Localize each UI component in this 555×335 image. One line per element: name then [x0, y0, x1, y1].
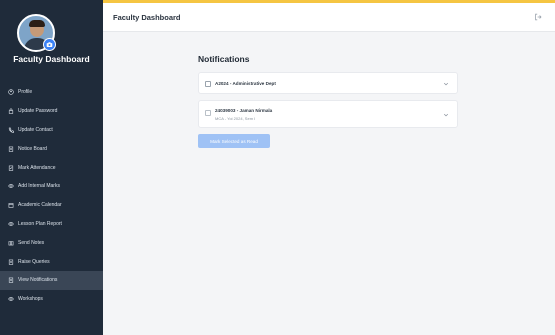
notification-title: A2024 - Administrative Dept	[215, 81, 276, 86]
clipboard-icon	[6, 144, 15, 153]
notifications-heading: Notifications	[198, 54, 250, 64]
sidebar-item-label: View Notifications	[18, 277, 58, 284]
sidebar: Faculty Dashboard Profile Update Passwor…	[0, 0, 103, 335]
sidebar-item-lesson-plan-report[interactable]: Lesson Plan Report	[0, 215, 103, 234]
sidebar-item-mark-attendance[interactable]: Mark Attendance	[0, 158, 103, 177]
sidebar-item-label: Mark Attendance	[18, 164, 56, 171]
sidebar-item-label: Academic Calendar	[18, 202, 62, 209]
top-header: Faculty Dashboard	[103, 3, 555, 32]
eye-icon	[6, 219, 15, 228]
notification-item[interactable]: A2024 - Administrative Dept	[198, 72, 458, 94]
sidebar-item-send-notes[interactable]: Send Notes	[0, 233, 103, 252]
sidebar-item-notice-board[interactable]: Notice Board	[0, 139, 103, 158]
notification-checkbox[interactable]	[205, 110, 211, 116]
sidebar-item-label: Add Internal Marks	[18, 183, 60, 190]
clipboard-icon	[6, 257, 15, 266]
sidebar-item-label: Profile	[18, 89, 33, 96]
sidebar-item-profile[interactable]: Profile	[0, 83, 103, 102]
sidebar-item-label: Lesson Plan Report	[18, 220, 62, 227]
chevron-down-icon[interactable]	[442, 111, 450, 119]
sidebar-item-label: Send Notes	[18, 239, 45, 246]
sidebar-item-update-password[interactable]: Update Password	[0, 102, 103, 121]
sidebar-item-label: Notice Board	[18, 145, 47, 152]
eye-icon	[6, 295, 15, 304]
notification-title: 24039003 - Jaman Nirmala	[215, 108, 273, 113]
chevron-down-icon[interactable]	[442, 80, 450, 88]
sidebar-item-label: Update Contact	[18, 126, 53, 133]
mark-selected-read-button[interactable]: Mark Selected as Read	[198, 134, 270, 148]
sidebar-item-academic-calendar[interactable]: Academic Calendar	[0, 196, 103, 215]
sidebar-item-label: Update Password	[18, 108, 58, 115]
calendar-icon	[6, 201, 15, 210]
sidebar-item-update-contact[interactable]: Update Contact	[0, 121, 103, 140]
sidebar-item-label: Raise Queries	[18, 258, 50, 265]
notification-subtitle: MCA - Yoi 2024, Sem I	[215, 116, 256, 121]
logout-icon[interactable]	[532, 11, 544, 23]
user-circle-icon	[6, 88, 15, 97]
sidebar-menu: Profile Update Password Update Contact N…	[0, 83, 103, 309]
sidebar-item-view-notifications[interactable]: View Notifications	[0, 270, 103, 290]
sidebar-item-raise-queries[interactable]: Raise Queries	[0, 252, 103, 271]
sidebar-item-workshops[interactable]: Workshops	[0, 290, 103, 309]
notification-item[interactable]: 24039003 - Jaman Nirmala MCA - Yoi 2024,…	[198, 100, 458, 128]
book-icon	[6, 238, 15, 247]
camera-icon[interactable]	[43, 38, 56, 51]
checklist-icon	[6, 163, 15, 172]
avatar[interactable]	[17, 14, 56, 52]
lock-icon	[6, 107, 15, 116]
page-title: Faculty Dashboard	[113, 12, 181, 22]
notification-checkbox[interactable]	[205, 81, 211, 87]
sidebar-item-add-internal-marks[interactable]: Add Internal Marks	[0, 177, 103, 196]
main-content: Notifications A2024 - Administrative Dep…	[198, 54, 458, 148]
sidebar-item-label: Workshops	[18, 296, 43, 303]
sidebar-title: Faculty Dashboard	[13, 54, 90, 64]
clipboard-icon	[6, 276, 15, 285]
phone-icon	[6, 125, 15, 134]
eye-icon	[6, 182, 15, 191]
